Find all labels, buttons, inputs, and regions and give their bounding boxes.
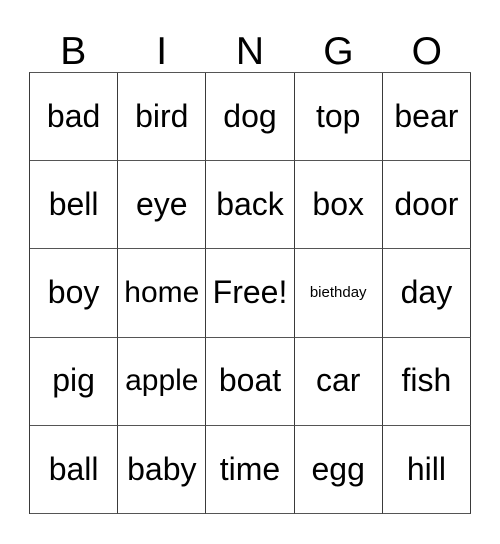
bingo-cell-label: Free! [212, 274, 288, 311]
bingo-cell[interactable]: boat [206, 337, 295, 426]
bingo-cell-label: biethday [309, 284, 367, 302]
bingo-cell-free-space[interactable]: Free! [206, 249, 295, 338]
bingo-cell[interactable]: bear [382, 73, 471, 162]
bingo-cell-label: bird [135, 97, 189, 134]
bingo-cell-label: eye [135, 185, 188, 222]
bingo-card: B I N G O bad bird dog top bear bell eye back box doo… [0, 0, 500, 544]
bingo-cell[interactable]: box [294, 161, 383, 250]
bingo-cell[interactable]: bad [30, 73, 119, 162]
bingo-cell[interactable]: top [294, 73, 383, 162]
bingo-cell[interactable]: back [206, 161, 295, 250]
bingo-cell-label: baby [127, 450, 197, 487]
bingo-header-row: BINGO [29, 14, 471, 72]
bingo-cell-label: box [312, 185, 364, 222]
bingo-cell[interactable]: fish [382, 337, 471, 426]
bingo-cell[interactable]: car [294, 337, 383, 426]
bingo-cell-label: dog [223, 97, 277, 134]
bingo-cell-label: ball [48, 450, 99, 487]
bingo-header-letter-o: O [411, 30, 442, 73]
bingo-cell-label: car [315, 362, 361, 399]
bingo-cell[interactable]: baby [118, 425, 207, 514]
bingo-cell-label: pig [52, 362, 95, 399]
bingo-cell[interactable]: egg [294, 425, 383, 514]
bingo-cell[interactable]: apple [118, 337, 207, 426]
bingo-cell-label: home [124, 276, 200, 310]
bingo-grid: bad bird dog top bear bell eye back box door boy ho… [29, 72, 471, 514]
bingo-cell[interactable]: eye [118, 161, 207, 250]
bingo-header-letter-n: N [235, 30, 265, 73]
bingo-cell-label: boat [218, 362, 282, 399]
bingo-cell-label: apple [125, 364, 199, 398]
bingo-cell[interactable]: home [118, 249, 207, 338]
bingo-cell-label: boy [47, 274, 100, 311]
bingo-cell[interactable]: biethday [294, 249, 383, 338]
bingo-cell-label: day [400, 274, 453, 311]
bingo-cell-label: hill [406, 450, 446, 487]
bingo-cell-label: bear [394, 97, 459, 134]
bingo-header-letter-b: B [60, 30, 87, 73]
bingo-cell[interactable]: boy [30, 249, 119, 338]
bingo-cell-label: top [315, 97, 361, 134]
bingo-cell[interactable]: hill [382, 425, 471, 514]
bingo-cell[interactable]: ball [30, 425, 119, 514]
bingo-header-letter-g: G [323, 30, 354, 73]
bingo-cell[interactable]: bell [30, 161, 119, 250]
bingo-cell[interactable]: day [382, 249, 471, 338]
bingo-cell-label: egg [311, 450, 365, 487]
bingo-cell-label: bell [48, 185, 99, 222]
bingo-cell-label: door [394, 185, 459, 222]
bingo-cell-label: bad [46, 97, 101, 134]
bingo-cell[interactable]: door [382, 161, 471, 250]
bingo-cell[interactable]: pig [30, 337, 119, 426]
bingo-cell[interactable]: dog [206, 73, 295, 162]
bingo-cell[interactable]: time [206, 425, 295, 514]
bingo-cell-label: back [216, 185, 284, 222]
bingo-cell-label: fish [401, 362, 452, 399]
bingo-cell[interactable]: bird [118, 73, 207, 162]
bingo-cell-label: time [219, 450, 281, 487]
bingo-header-letter-i: I [156, 30, 168, 73]
